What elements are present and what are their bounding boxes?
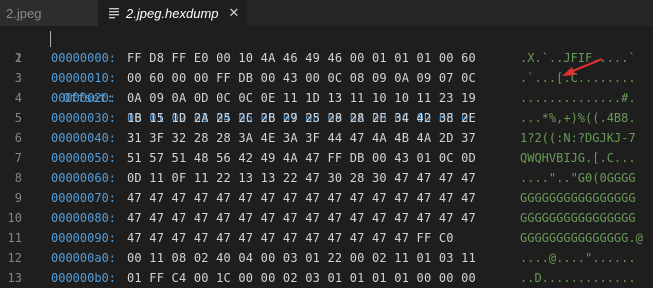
tab-bar: 2.jpeg 2.jpeg.hexdump ✕ <box>0 0 653 26</box>
row-ascii: GGGGGGGGGGGGGGG.@ <box>520 231 643 245</box>
line-number: 10 <box>7 211 22 225</box>
line-number: 4 <box>14 91 22 105</box>
row-address: 00000080: <box>51 211 117 225</box>
line-number: 7 <box>14 151 22 165</box>
tab-2-jpeg-hexdump[interactable]: 2.jpeg.hexdump ✕ <box>98 0 246 26</box>
hexdump-row: 6 00000040: 31 3F 32 28 28 3A 4E 3A 3F 44 … <box>0 128 653 148</box>
row-hex-bytes: 1B 15 1D 2A 25 2C 2B 29 25 28 28 2E 34 4… <box>127 111 476 125</box>
row-hex-bytes: 00 11 08 02 40 04 00 03 01 22 00 02 11 0… <box>127 251 476 265</box>
tab-label: 2.jpeg.hexdump <box>126 5 219 21</box>
hexdump-row: 7 00000050: 51 57 51 48 56 42 49 4A 47 FF … <box>0 148 653 168</box>
row-address: 00000060: <box>51 171 117 185</box>
hexdump-row: 12 000000a0: 00 11 08 02 40 04 00 03 01 22… <box>0 248 653 268</box>
line-number: 11 <box>7 231 22 245</box>
row-address: 00000070: <box>51 191 117 205</box>
hexdump-row: 9 00000070: 47 47 47 47 47 47 47 47 47 47 … <box>0 188 653 208</box>
tab-label: 2.jpeg <box>6 5 42 21</box>
hexdump-row: 4 00000020: 0A 09 0A 0D 0C 0C 0E 11 1D 13 … <box>0 88 653 108</box>
hexdump-editor[interactable]: 1 Offset: 00 01 02 03 04 05 06 07 08 09 … <box>0 26 653 285</box>
text-cursor <box>50 31 51 47</box>
row-hex-bytes: 0A 09 0A 0D 0C 0C 0E 11 1D 13 11 10 10 1… <box>127 91 476 105</box>
hexdump-row: 8 00000060: 0D 11 0F 11 22 13 13 22 47 30 … <box>0 168 653 188</box>
header-row: 1 Offset: 00 01 02 03 04 05 06 07 08 09 … <box>0 28 653 125</box>
hexdump-row: 13 000000b0: 01 FF C4 00 1C 00 00 02 03 01… <box>0 268 653 288</box>
row-address: 00000030: <box>51 111 117 125</box>
row-hex-bytes: 31 3F 32 28 28 3A 4E 3A 3F 44 47 4A 4B 4… <box>127 131 476 145</box>
row-hex-bytes: 47 47 47 47 47 47 47 47 47 47 47 47 47 4… <box>127 211 476 225</box>
row-address: 00000010: <box>51 71 117 85</box>
row-hex-bytes: 00 60 00 00 FF DB 00 43 00 0C 08 09 0A 0… <box>127 71 476 85</box>
row-ascii: 1?2((:N:?DGJKJ-7 <box>520 131 636 145</box>
annotation-arrow-icon <box>562 57 603 76</box>
hexdump-row: 10 00000080: 47 47 47 47 47 47 47 47 47 47… <box>0 208 653 228</box>
row-hex-bytes: 01 FF C4 00 1C 00 00 02 03 01 01 01 01 0… <box>127 271 476 285</box>
hexdump-row: 11 00000090: 47 47 47 47 47 47 47 47 47 47… <box>0 228 653 248</box>
row-hex-bytes: 47 47 47 47 47 47 47 47 47 47 47 47 47 F… <box>127 231 454 245</box>
row-address: 000000b0: <box>51 271 117 285</box>
row-ascii: ..............#. <box>520 91 636 105</box>
row-address: 00000050: <box>51 151 117 165</box>
hexdump-row: 2 00000000: FF D8 FF E0 00 10 4A 46 49 46 … <box>0 48 653 68</box>
line-number: 9 <box>14 191 22 205</box>
row-address: 000000a0: <box>51 251 117 265</box>
row-hex-bytes: FF D8 FF E0 00 10 4A 46 49 46 00 01 01 0… <box>127 51 476 65</box>
row-hex-bytes: 0D 11 0F 11 22 13 13 22 47 30 28 30 47 4… <box>127 171 476 185</box>
line-number: 12 <box>7 251 22 265</box>
hexdump-row: 5 00000030: 1B 15 1D 2A 25 2C 2B 29 25 28 … <box>0 108 653 128</box>
row-ascii: ....@...."...... <box>520 251 636 265</box>
row-address: 00000020: <box>51 91 117 105</box>
close-icon[interactable]: ✕ <box>229 5 240 21</box>
line-number: 2 <box>14 51 22 65</box>
hexdump-row: 3 00000010: 00 60 00 00 FF DB 00 43 00 0C … <box>0 68 653 88</box>
row-ascii: ..D............. <box>520 271 636 285</box>
row-hex-bytes: 47 47 47 47 47 47 47 47 47 47 47 47 47 4… <box>127 191 476 205</box>
row-ascii: GGGGGGGGGGGGGGGG <box>520 191 636 205</box>
line-number: 8 <box>14 171 22 185</box>
line-number: 5 <box>14 111 22 125</box>
row-address: 00000000: <box>51 51 117 65</box>
line-number: 13 <box>7 271 22 285</box>
row-address: 00000090: <box>51 231 117 245</box>
row-ascii: QWQHVBIJG.[.C... <box>520 151 636 165</box>
file-lines-icon <box>109 8 119 19</box>
row-ascii: ...*%,+)%((.4B8. <box>520 111 636 125</box>
row-address: 00000040: <box>51 131 117 145</box>
row-hex-bytes: 51 57 51 48 56 42 49 4A 47 FF DB 00 43 0… <box>127 151 476 165</box>
line-number: 3 <box>14 71 22 85</box>
tab-2-jpeg[interactable]: 2.jpeg <box>0 0 98 26</box>
line-number: 6 <box>14 131 22 145</box>
row-ascii: ....".."G0(0GGGG <box>520 171 636 185</box>
row-ascii: GGGGGGGGGGGGGGGG <box>520 211 636 225</box>
